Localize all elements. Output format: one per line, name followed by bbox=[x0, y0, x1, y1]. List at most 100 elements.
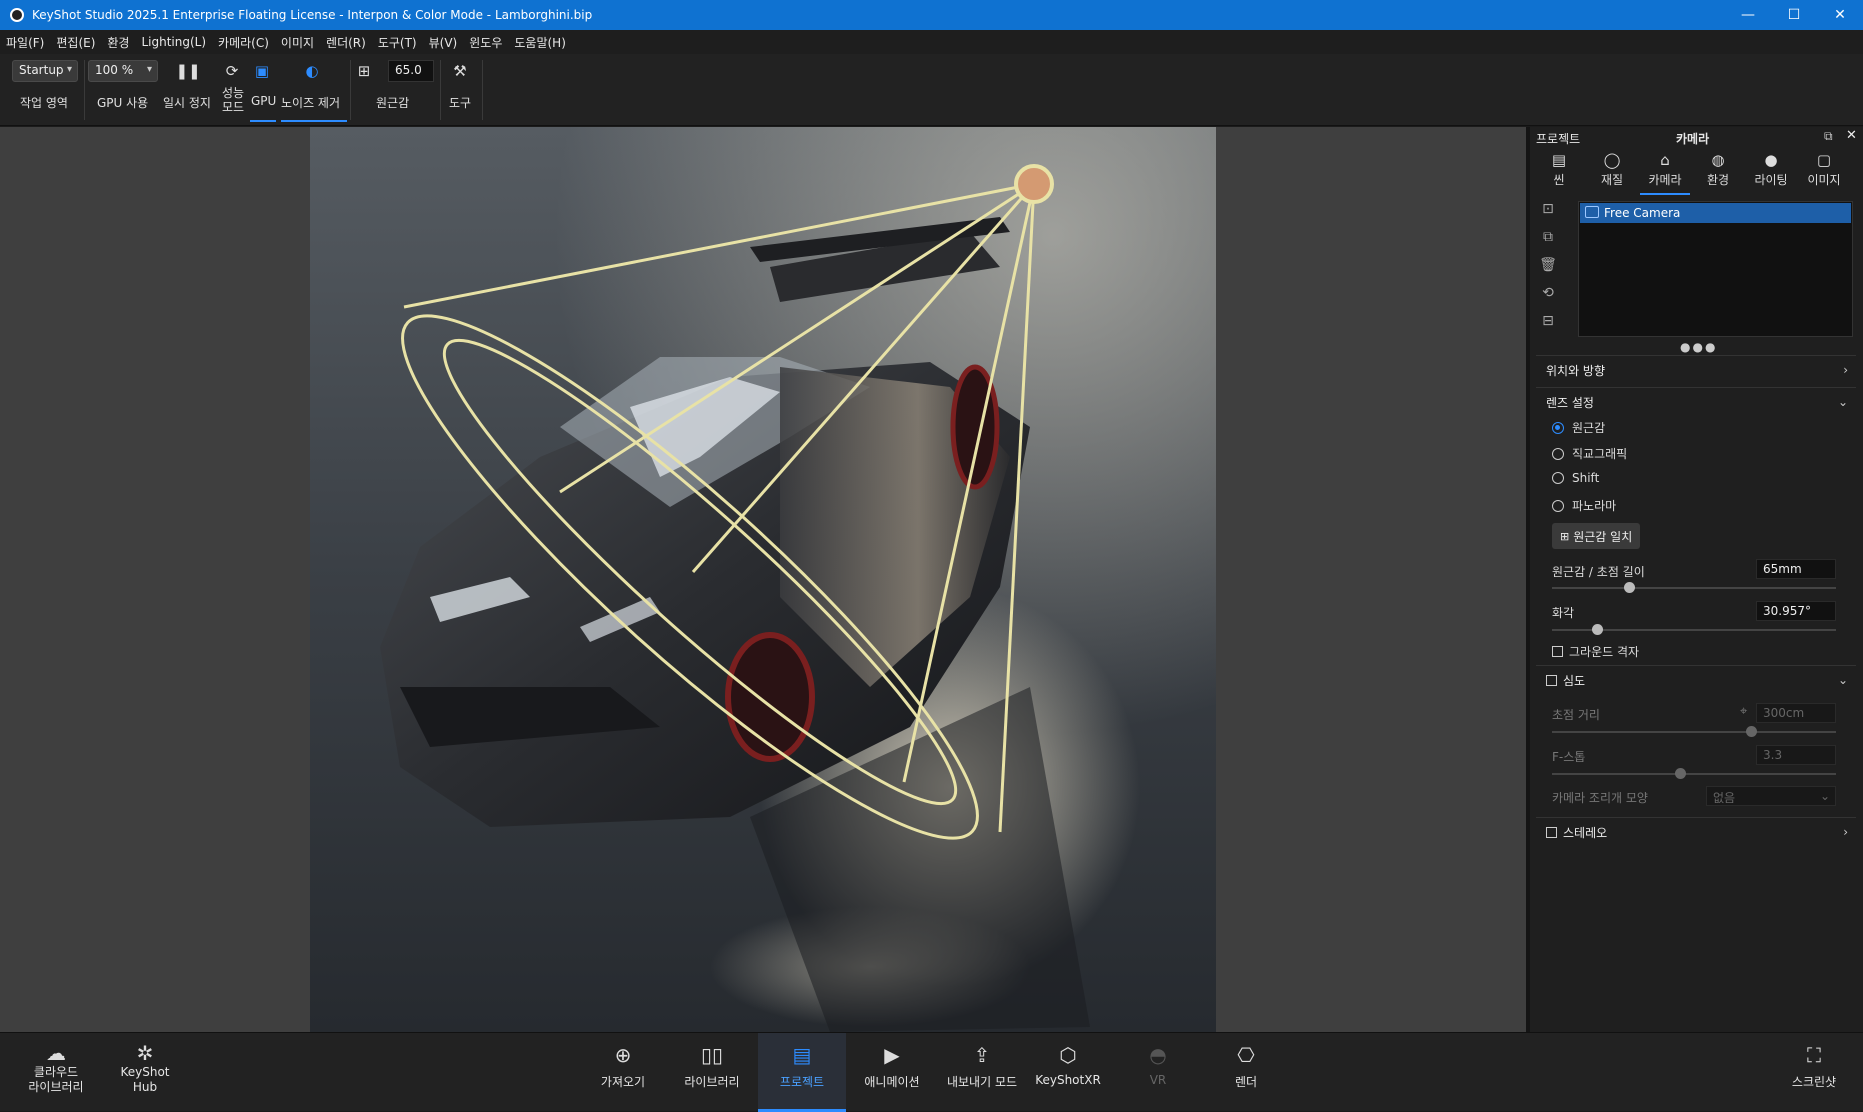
minimize-button[interactable]: — bbox=[1725, 0, 1771, 30]
workspace-dropdown[interactable]: Startup ▾ bbox=[12, 60, 78, 82]
save-camera-icon[interactable]: ⊟ bbox=[1538, 313, 1558, 333]
performance-mode-label[interactable]: 성능 모드 bbox=[222, 86, 244, 114]
project-button[interactable]: ▤ 프로젝트 bbox=[758, 1033, 846, 1112]
camera-name: Free Camera bbox=[1604, 206, 1681, 220]
duplicate-camera-icon[interactable]: ⧉ bbox=[1538, 229, 1558, 249]
dropdown-value: 없음 bbox=[1713, 791, 1736, 805]
focal-length-input[interactable]: 65mm bbox=[1756, 559, 1836, 579]
menu-render[interactable]: 렌더(R) bbox=[326, 34, 366, 51]
aperture-shape-dropdown[interactable]: 없음 ⌄ bbox=[1706, 786, 1836, 806]
chevron-right-icon: › bbox=[1843, 363, 1848, 377]
menu-tools[interactable]: 도구(T) bbox=[378, 34, 417, 51]
menu-file[interactable]: 파일(F) bbox=[6, 34, 44, 51]
material-icon: ◯ bbox=[1603, 151, 1621, 169]
perspective-input[interactable]: 65.0 bbox=[388, 60, 434, 82]
section-position-orientation[interactable]: 위치와 방향 › bbox=[1536, 355, 1856, 385]
radio-orthographic[interactable]: 직교그래픽 bbox=[1552, 445, 1627, 462]
chevron-down-icon: ▾ bbox=[146, 64, 152, 75]
field-of-view-slider[interactable] bbox=[1552, 624, 1836, 635]
slider-knob[interactable] bbox=[1592, 624, 1604, 635]
focus-distance-slider[interactable] bbox=[1552, 726, 1836, 737]
camera-list-item[interactable]: Free Camera bbox=[1580, 203, 1851, 223]
gpu-chip-icon[interactable]: ▣ bbox=[252, 61, 272, 81]
zoom-dropdown[interactable]: 100 % ▾ bbox=[88, 60, 158, 82]
more-icon[interactable]: ●●● bbox=[1680, 340, 1717, 354]
cloud-library-button[interactable]: ☁ 클라우드 라이브러리 bbox=[18, 1033, 94, 1112]
screenshot-icon: ⛶ bbox=[1807, 1043, 1821, 1067]
performance-mode-icon[interactable]: ⟳ bbox=[222, 61, 242, 81]
tab-material[interactable]: ◯ 재질 bbox=[1587, 149, 1637, 195]
chevron-right-icon: › bbox=[1843, 825, 1848, 839]
screenshot-button[interactable]: ⛶ 스크린샷 bbox=[1778, 1033, 1850, 1112]
library-button[interactable]: ▯▯ 라이브러리 bbox=[668, 1033, 756, 1112]
menu-edit[interactable]: 편집(E) bbox=[56, 34, 95, 51]
close-button[interactable]: ✕ bbox=[1817, 0, 1863, 30]
tools-label[interactable]: 도구 bbox=[449, 94, 471, 111]
camera-list[interactable]: Free Camera bbox=[1578, 201, 1853, 337]
radio-label: 직교그래픽 bbox=[1572, 447, 1628, 461]
fstop-input[interactable]: 3.3 bbox=[1756, 745, 1836, 765]
workspace-label: 작업 영역 bbox=[20, 96, 68, 110]
reset-icon[interactable]: ⟲ bbox=[1538, 285, 1558, 305]
render-viewport[interactable] bbox=[310, 127, 1216, 1032]
pause-label[interactable]: 일시 정지 bbox=[163, 94, 211, 111]
performance-mode-line2: 모드 bbox=[222, 100, 245, 114]
menu-window[interactable]: 윈도우 bbox=[469, 34, 502, 51]
field-of-view-input[interactable]: 30.957° bbox=[1756, 601, 1836, 621]
maximize-button[interactable]: ☐ bbox=[1771, 0, 1817, 30]
match-perspective-button[interactable]: ⊞ 원근감 일치 bbox=[1552, 523, 1641, 549]
perspective-grid-icon[interactable]: ⊞ bbox=[354, 61, 374, 81]
tab-lighting[interactable]: ● 라이팅 bbox=[1746, 149, 1796, 195]
tab-image[interactable]: ▢ 이미지 bbox=[1799, 149, 1849, 195]
slider-knob[interactable] bbox=[1674, 768, 1686, 779]
radio-shift[interactable]: Shift bbox=[1552, 471, 1599, 485]
tools-icon[interactable]: ⚒ bbox=[450, 61, 470, 81]
add-camera-icon[interactable]: ⊡ bbox=[1538, 201, 1558, 221]
menu-environment[interactable]: 환경 bbox=[107, 34, 129, 51]
ground-grid-checkbox[interactable]: 그라운드 격자 bbox=[1552, 643, 1639, 660]
menu-lighting[interactable]: Lighting(L) bbox=[141, 35, 206, 49]
keyshotxr-button[interactable]: ⬡ KeyShotXR bbox=[1028, 1033, 1108, 1112]
slider-knob[interactable] bbox=[1623, 582, 1635, 593]
checkbox-icon bbox=[1552, 646, 1563, 657]
panel-close-icon[interactable]: ✕ bbox=[1846, 128, 1857, 143]
checkbox-icon[interactable] bbox=[1546, 827, 1557, 838]
spotlight-source-handle[interactable] bbox=[1014, 164, 1054, 204]
render-button[interactable]: ⎔ 렌더 bbox=[1208, 1033, 1284, 1112]
field-of-view-label: 화각 bbox=[1552, 606, 1575, 620]
lighting-icon: ● bbox=[1764, 151, 1778, 169]
button-label: VR bbox=[1149, 1073, 1167, 1087]
section-depth-of-field[interactable]: 심도 ⌄ bbox=[1536, 665, 1856, 695]
keyshotxr-icon: ⬡ bbox=[1059, 1043, 1077, 1067]
checkbox-icon[interactable] bbox=[1546, 675, 1557, 686]
export-mode-button[interactable]: ⇪ 내보내기 모드 bbox=[938, 1033, 1026, 1112]
radio-panorama[interactable]: 파노라마 bbox=[1552, 497, 1616, 514]
import-button[interactable]: ⊕ 가져오기 bbox=[580, 1033, 666, 1112]
focal-length-slider[interactable] bbox=[1552, 582, 1836, 593]
gpu-label[interactable]: GPU bbox=[251, 94, 276, 108]
crosshair-icon[interactable]: ⌖ bbox=[1740, 704, 1747, 719]
menu-image[interactable]: 이미지 bbox=[281, 34, 314, 51]
animation-button[interactable]: ▶ 애니메이션 bbox=[848, 1033, 936, 1112]
menu-help[interactable]: 도움말(H) bbox=[514, 34, 566, 51]
radio-selected-icon bbox=[1552, 421, 1564, 434]
radio-perspective[interactable]: 원근감 bbox=[1552, 419, 1605, 436]
pause-icon[interactable]: ❚❚ bbox=[175, 61, 200, 81]
tab-camera[interactable]: ⌂ 카메라 bbox=[1640, 149, 1690, 195]
section-stereo[interactable]: 스테레오 › bbox=[1536, 817, 1856, 847]
popout-icon[interactable]: ⧉ bbox=[1824, 129, 1833, 144]
menu-camera[interactable]: 카메라(C) bbox=[218, 34, 269, 51]
keyshot-hub-button[interactable]: ✲ KeyShot Hub bbox=[110, 1033, 180, 1112]
denoise-icon[interactable]: ◐ bbox=[302, 61, 322, 81]
menu-view[interactable]: 뷰(V) bbox=[429, 34, 458, 51]
focus-distance-input[interactable]: 300cm bbox=[1756, 703, 1836, 723]
section-lens-settings[interactable]: 렌즈 설정 ⌄ bbox=[1536, 387, 1856, 417]
toolbar-divider bbox=[350, 60, 351, 120]
tab-environment[interactable]: ◍ 환경 bbox=[1693, 149, 1743, 195]
tab-scene[interactable]: ▤ 씬 bbox=[1534, 149, 1584, 195]
denoise-label[interactable]: 노이즈 제거 bbox=[281, 94, 340, 111]
render-image[interactable] bbox=[310, 127, 1216, 1032]
delete-icon[interactable]: 🗑 bbox=[1538, 257, 1558, 277]
slider-knob[interactable] bbox=[1745, 726, 1757, 737]
fstop-slider[interactable] bbox=[1552, 768, 1836, 779]
